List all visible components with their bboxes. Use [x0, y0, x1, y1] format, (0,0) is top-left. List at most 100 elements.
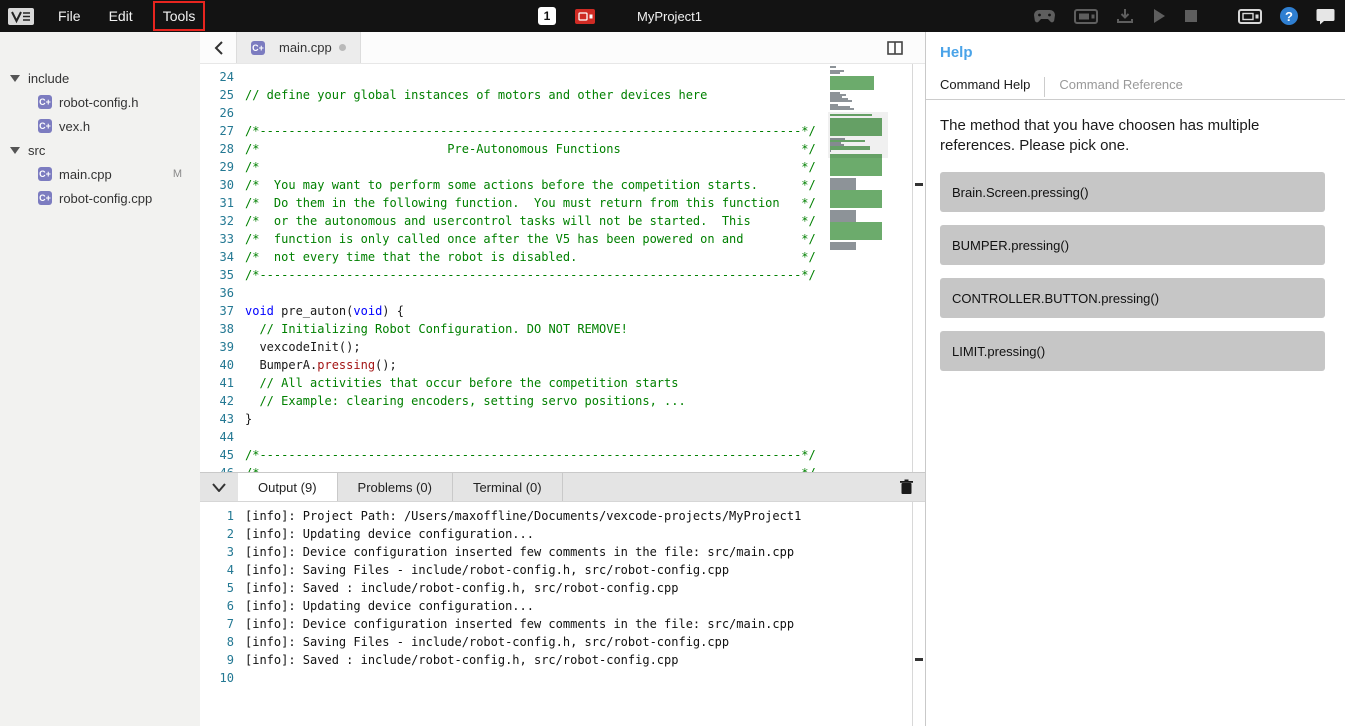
minimap-viewport[interactable] — [828, 112, 888, 158]
code-line[interactable]: 27/*------------------------------------… — [200, 122, 925, 140]
line-number: 25 — [200, 86, 234, 104]
output-line: 8[info]: Saving Files - include/robot-co… — [200, 633, 925, 651]
stop-icon[interactable] — [1184, 9, 1198, 23]
code-line[interactable]: 33/* function is only called once after … — [200, 230, 925, 248]
tree-file[interactable]: C+main.cppM — [0, 162, 200, 186]
tab-problems[interactable]: Problems (0) — [338, 473, 453, 501]
help-icon[interactable]: ? — [1280, 7, 1298, 25]
vex-logo-icon[interactable] — [8, 8, 34, 25]
file-label: vex.h — [59, 119, 90, 134]
topbar-center: 1 MyProject1 — [538, 0, 702, 32]
modified-dot-icon — [339, 44, 346, 51]
split-editor-icon[interactable] — [887, 32, 903, 63]
tree-file[interactable]: C+robot-config.h — [0, 90, 200, 114]
code-line[interactable]: 43} — [200, 410, 925, 428]
command-reference-option[interactable]: BUMPER.pressing() — [940, 225, 1325, 265]
feedback-icon[interactable] — [1316, 8, 1335, 25]
line-number: 4 — [200, 561, 234, 579]
line-number: 8 — [200, 633, 234, 651]
download-icon[interactable] — [1116, 8, 1134, 24]
tab-label: main.cpp — [279, 40, 332, 55]
code-line[interactable]: 29/* */ — [200, 158, 925, 176]
editor-scrollbar[interactable] — [912, 64, 925, 472]
code-line[interactable]: 26 — [200, 104, 925, 122]
line-number: 44 — [200, 428, 234, 446]
tab-command-help[interactable]: Command Help — [926, 77, 1044, 99]
code-line[interactable]: 30/* You may want to perform some action… — [200, 176, 925, 194]
output-line: 7[info]: Device configuration inserted f… — [200, 615, 925, 633]
tree-folder[interactable]: include — [0, 66, 200, 90]
code-line[interactable]: 44 — [200, 428, 925, 446]
line-number: 9 — [200, 651, 234, 669]
tree-file[interactable]: C+vex.h — [0, 114, 200, 138]
tab-main-cpp[interactable]: C+ main.cpp — [236, 32, 361, 63]
line-number: 7 — [200, 615, 234, 633]
output-console[interactable]: 1[info]: Project Path: /Users/maxoffline… — [200, 502, 925, 726]
cpp-file-icon: C+ — [38, 167, 52, 181]
file-tree: includeC+robot-config.hC+vex.hsrcC+main.… — [0, 66, 200, 210]
collapse-panel-icon[interactable] — [200, 473, 238, 501]
line-number: 40 — [200, 356, 234, 374]
code-line[interactable]: 41 // All activities that occur before t… — [200, 374, 925, 392]
menu-file[interactable]: File — [44, 4, 95, 28]
brain-status-icon[interactable] — [575, 9, 595, 24]
output-scrollbar-thumb[interactable] — [915, 658, 923, 661]
command-reference-option[interactable]: CONTROLLER.BUTTON.pressing() — [940, 278, 1325, 318]
clear-output-icon[interactable] — [900, 473, 913, 501]
menu-edit[interactable]: Edit — [95, 4, 147, 28]
disclosure-triangle-icon — [10, 147, 20, 154]
minimap-line — [830, 206, 882, 208]
code-line[interactable]: 39 vexcodeInit(); — [200, 338, 925, 356]
code-line[interactable]: 34/* not every time that the robot is di… — [200, 248, 925, 266]
tree-file[interactable]: C+robot-config.cpp — [0, 186, 200, 210]
minimap-line — [830, 88, 874, 90]
brain-screen-icon[interactable] — [1074, 9, 1098, 24]
output-line: 6[info]: Updating device configuration..… — [200, 597, 925, 615]
topbar-actions: ? — [1033, 0, 1335, 32]
line-number: 41 — [200, 374, 234, 392]
tree-folder[interactable]: src — [0, 138, 200, 162]
output-line: 9[info]: Saved : include/robot-config.h,… — [200, 651, 925, 669]
code-line[interactable]: 32/* or the autonomous and usercontrol t… — [200, 212, 925, 230]
line-number: 38 — [200, 320, 234, 338]
tab-command-reference[interactable]: Command Reference — [1045, 77, 1197, 99]
play-icon[interactable] — [1152, 8, 1166, 24]
code-line[interactable]: 35/*------------------------------------… — [200, 266, 925, 284]
help-options: Brain.Screen.pressing() BUMPER.pressing()… — [926, 155, 1345, 371]
line-number: 1 — [200, 507, 234, 525]
command-reference-option[interactable]: LIMIT.pressing() — [940, 331, 1325, 371]
line-number: 24 — [200, 68, 234, 86]
code-line[interactable]: 36 — [200, 284, 925, 302]
code-line[interactable]: 45/*------------------------------------… — [200, 446, 925, 464]
line-number: 2 — [200, 525, 234, 543]
output-scrollbar[interactable] — [912, 502, 925, 726]
code-line[interactable]: 46/* */ — [200, 464, 925, 472]
code-editor[interactable]: 2425// define your global instances of m… — [200, 64, 925, 472]
tab-terminal[interactable]: Terminal (0) — [453, 473, 563, 501]
code-line[interactable]: 40 BumperA.pressing(); — [200, 356, 925, 374]
line-number: 37 — [200, 302, 234, 320]
file-label: robot-config.cpp — [59, 191, 152, 206]
minimap[interactable] — [830, 66, 886, 250]
menu-tools[interactable]: Tools — [153, 1, 206, 31]
editor-scrollbar-thumb[interactable] — [915, 183, 923, 186]
minimap-line — [830, 108, 854, 110]
back-button[interactable] — [200, 32, 236, 63]
slot-badge[interactable]: 1 — [538, 7, 556, 25]
code-line[interactable]: 38 // Initializing Robot Configuration. … — [200, 320, 925, 338]
help-panel: Help Command Help Command Reference The … — [925, 32, 1345, 726]
code-line[interactable]: 25// define your global instances of mot… — [200, 86, 925, 104]
tab-output[interactable]: Output (9) — [238, 473, 338, 501]
line-number: 5 — [200, 579, 234, 597]
output-line: 2[info]: Updating device configuration..… — [200, 525, 925, 543]
code-line[interactable]: 42 // Example: clearing encoders, settin… — [200, 392, 925, 410]
file-explorer: includeC+robot-config.hC+vex.hsrcC+main.… — [0, 32, 200, 726]
code-line[interactable]: 28/* Pre-Autonomous Functions */ — [200, 140, 925, 158]
code-line[interactable]: 31/* Do them in the following function. … — [200, 194, 925, 212]
brain-icon[interactable] — [1238, 9, 1262, 24]
line-number: 30 — [200, 176, 234, 194]
command-reference-option[interactable]: Brain.Screen.pressing() — [940, 172, 1325, 212]
controller-icon[interactable] — [1033, 9, 1056, 24]
code-line[interactable]: 24 — [200, 68, 925, 86]
code-line[interactable]: 37void pre_auton(void) { — [200, 302, 925, 320]
